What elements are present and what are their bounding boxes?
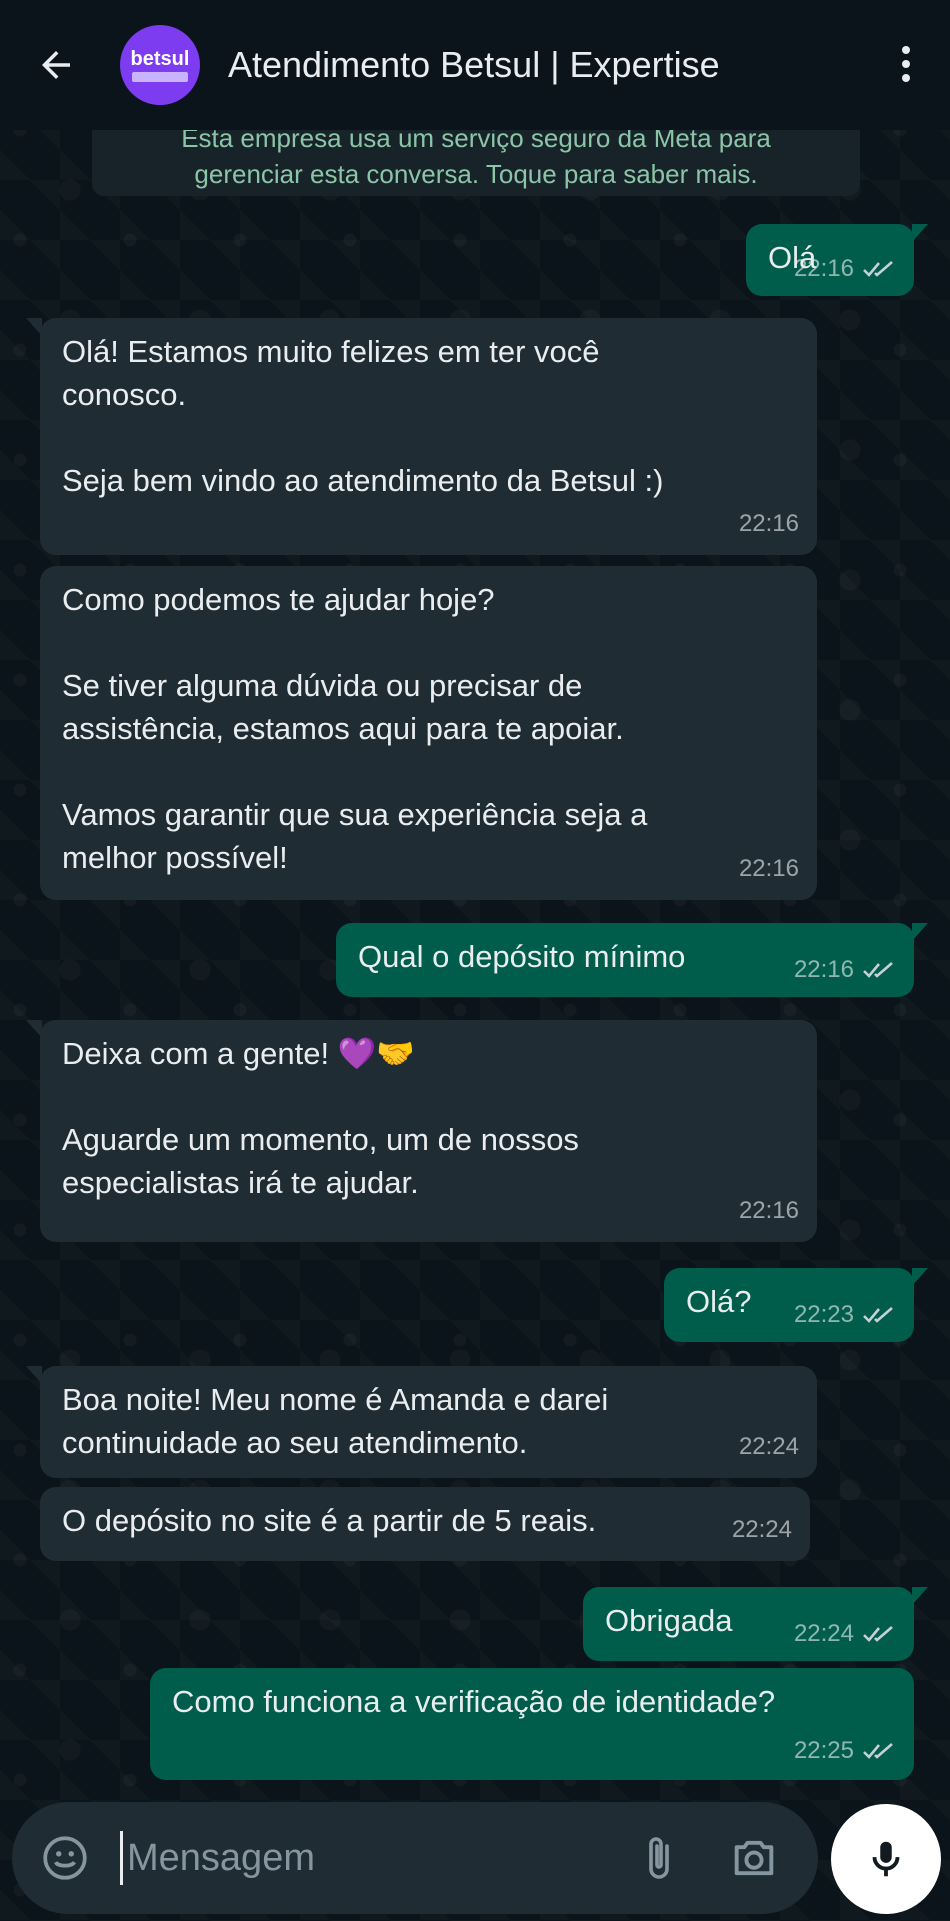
message-outgoing[interactable]: Como funciona a verificação de identidad…: [150, 1668, 914, 1780]
double-check-icon: [863, 1742, 893, 1759]
attach-icon[interactable]: [634, 1832, 682, 1884]
back-button[interactable]: [26, 35, 86, 95]
message-text: O depósito no site é a partir de 5 reais…: [62, 1503, 597, 1538]
message-input[interactable]: Mensagem: [127, 1837, 315, 1880]
message-time: 22:16: [738, 510, 799, 537]
message-outgoing[interactable]: Qual o depósito mínimo 22:16: [336, 923, 928, 997]
message-text: Olá! Estamos muito felizes em ter você c…: [62, 334, 664, 498]
text-cursor: [120, 1831, 123, 1885]
avatar-sub-logo: [132, 71, 188, 82]
voice-record-button[interactable]: [831, 1804, 941, 1914]
chat-title[interactable]: Atendimento Betsul | Expertise: [228, 44, 720, 86]
message-time: 22:16: [793, 956, 854, 983]
double-check-icon: [863, 961, 893, 978]
message-time: 22:16: [738, 1197, 799, 1224]
mic-icon: [872, 1841, 900, 1877]
more-vert-icon: [902, 46, 910, 54]
message-incoming[interactable]: Deixa com a gente! 💜🤝 Aguarde um momento…: [26, 1020, 817, 1242]
double-check-icon: [863, 1306, 893, 1323]
emoji-icon[interactable]: [40, 1833, 90, 1883]
message-text: Deixa com a gente! 💜🤝 Aguarde um momento…: [62, 1036, 579, 1200]
message-text: Olá?: [686, 1284, 752, 1319]
message-time: 22:24: [793, 1620, 854, 1647]
avatar-brand-text: betsul: [130, 47, 190, 70]
more-options-button[interactable]: [900, 46, 912, 86]
message-text: Qual o depósito mínimo: [358, 939, 686, 974]
message-outgoing[interactable]: Olá 22:16: [746, 224, 928, 296]
message-text: Obrigada: [605, 1603, 733, 1638]
chat-header: betsul Atendimento Betsul | Expertise: [0, 0, 950, 130]
message-text: Como funciona a verificação de identidad…: [172, 1684, 776, 1719]
message-time: 22:24: [731, 1516, 792, 1543]
message-text: Como podemos te ajudar hoje? Se tiver al…: [62, 582, 648, 875]
message-time: 22:16: [793, 255, 854, 282]
message-time: 22:25: [793, 1737, 854, 1764]
double-check-icon: [863, 260, 893, 277]
message-outgoing[interactable]: Obrigada 22:24: [583, 1587, 928, 1661]
message-incoming[interactable]: Olá! Estamos muito felizes em ter você c…: [26, 318, 817, 555]
message-incoming[interactable]: O depósito no site é a partir de 5 reais…: [40, 1487, 810, 1561]
notice-line-2: gerenciar esta conversa. Toque para sabe…: [194, 159, 758, 189]
message-time: 22:16: [738, 855, 799, 882]
message-composer: Mensagem: [12, 1802, 818, 1914]
message-time: 22:23: [793, 1301, 854, 1328]
double-check-icon: [863, 1625, 893, 1642]
message-incoming[interactable]: Boa noite! Meu nome é Amanda e darei con…: [26, 1366, 817, 1478]
back-arrow-icon: [42, 51, 70, 79]
avatar[interactable]: betsul: [120, 25, 200, 105]
message-incoming[interactable]: Como podemos te ajudar hoje? Se tiver al…: [40, 566, 817, 900]
message-outgoing[interactable]: Olá? 22:23: [664, 1268, 928, 1342]
message-time: 22:24: [738, 1433, 799, 1460]
message-text: Boa noite! Meu nome é Amanda e darei con…: [62, 1382, 609, 1460]
camera-icon[interactable]: [728, 1832, 780, 1884]
